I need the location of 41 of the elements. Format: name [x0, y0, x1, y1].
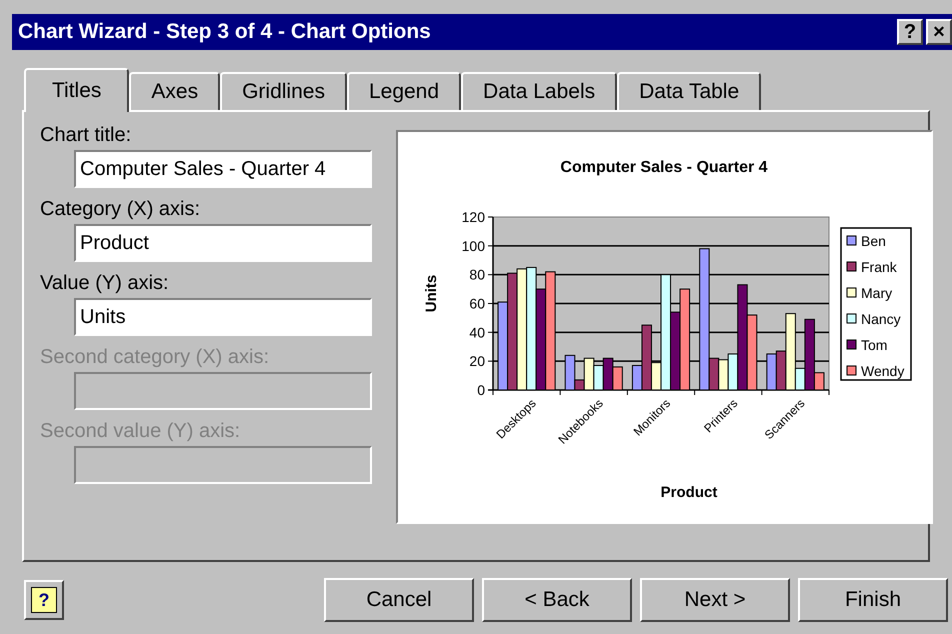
legend-label: Nancy — [861, 311, 901, 327]
field-label: Second value (Y) axis: — [40, 419, 242, 444]
y-tick-label: 0 — [477, 382, 485, 398]
back-button[interactable]: < Back — [482, 578, 632, 622]
x-axis-title: Product — [660, 484, 718, 501]
y-tick-label: 80 — [469, 266, 485, 283]
text-field[interactable]: Units — [74, 298, 372, 336]
tab[interactable]: Data Table — [617, 72, 762, 110]
y-axis-title: Units — [423, 274, 440, 312]
bar — [612, 366, 623, 390]
field-label: Chart title: — [40, 123, 132, 148]
y-tick-label: 100 — [462, 238, 485, 254]
text-field[interactable]: Product — [74, 224, 372, 262]
close-button[interactable]: × — [926, 19, 952, 45]
next-button[interactable]: Next > — [640, 578, 790, 622]
field-label: Second category (X) axis: — [40, 345, 270, 370]
legend-label: Frank — [861, 259, 897, 275]
legend-label: Wendy — [861, 363, 904, 379]
legend-label: Ben — [861, 233, 886, 249]
y-tick-label: 40 — [469, 324, 485, 340]
field-label: Value (Y) axis: — [40, 271, 170, 296]
help-title-button[interactable]: ? — [897, 19, 923, 45]
tab[interactable]: Gridlines — [220, 72, 347, 110]
bar — [718, 359, 729, 390]
window-title: Chart Wizard - Step 3 of 4 - Chart Options — [18, 19, 432, 46]
help-button[interactable]: ? — [24, 580, 64, 620]
bar — [593, 365, 604, 390]
legend-label: Tom — [861, 337, 888, 353]
y-tick-label: 120 — [462, 209, 485, 225]
cancel-button[interactable]: Cancel — [324, 578, 474, 622]
tab[interactable]: Titles — [24, 68, 130, 112]
field-label: Category (X) axis: — [40, 197, 202, 222]
tab[interactable]: Axes — [129, 72, 220, 110]
y-tick-label: 60 — [469, 296, 485, 312]
finish-button[interactable]: Finish — [798, 578, 948, 622]
tab[interactable]: Data Labels — [461, 72, 618, 110]
tab[interactable]: Legend — [346, 72, 462, 110]
y-tick-label: 20 — [469, 353, 485, 370]
legend-label: Mary — [861, 285, 892, 301]
text-field[interactable]: Computer Sales - Quarter 4 — [74, 150, 372, 188]
chart-title: Computer Sales - Quarter 4 — [560, 159, 768, 176]
